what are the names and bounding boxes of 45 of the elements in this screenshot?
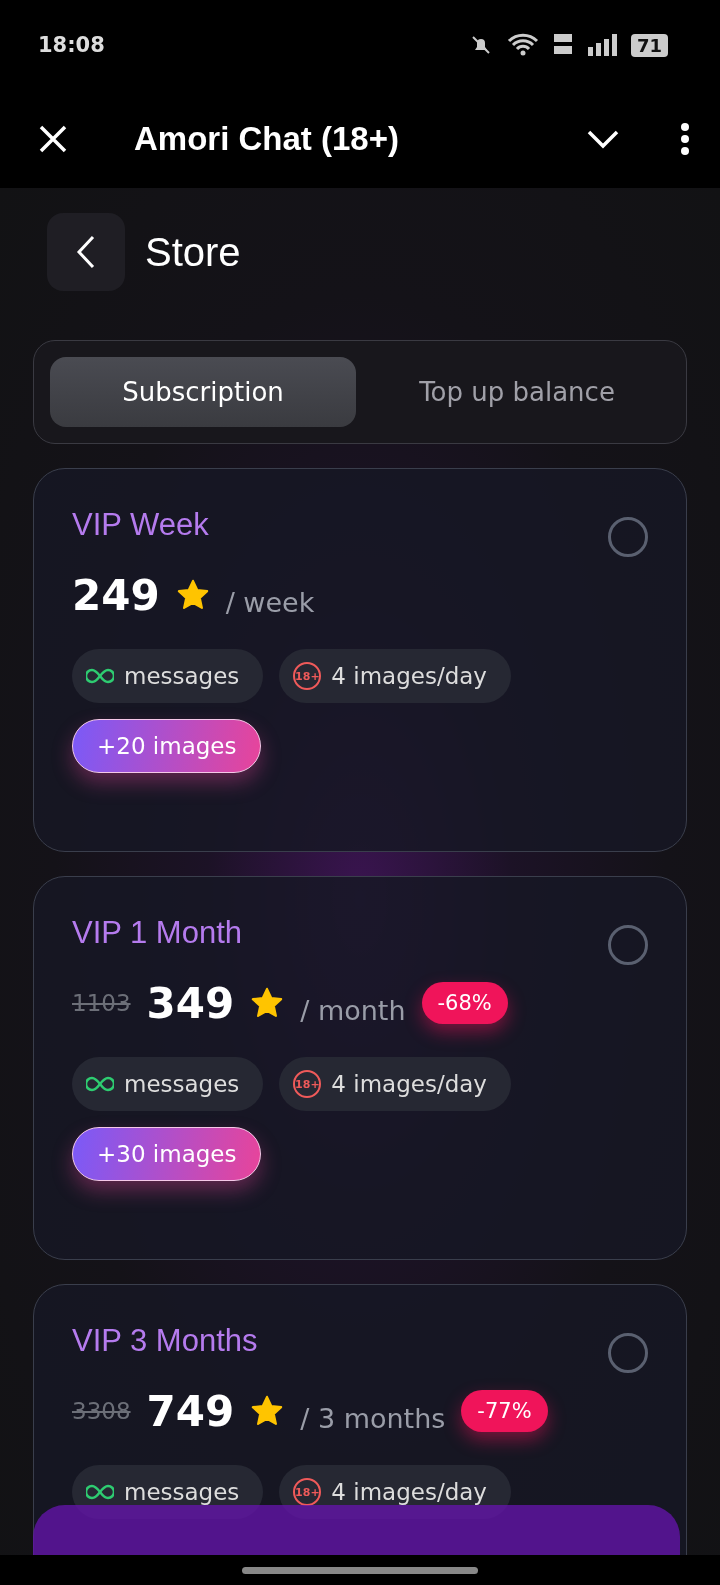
infinity-icon	[86, 1484, 114, 1500]
plan-name: VIP Week	[72, 507, 209, 543]
age-limit-icon: 18+	[293, 662, 322, 690]
status-time: 18:08	[38, 33, 105, 57]
price-period: / 3 months	[300, 1402, 446, 1434]
chevron-down-icon[interactable]	[586, 129, 620, 149]
age-limit-icon: 18+	[293, 1070, 322, 1098]
plan-card[interactable]: VIP Week 249 / week messages 18+ 4 images/day +20 images	[33, 468, 687, 852]
infinity-icon	[86, 668, 114, 684]
discount-badge: -68%	[421, 982, 508, 1024]
tab[interactable]: Subscription	[50, 357, 356, 427]
battery-level: 71	[630, 33, 668, 57]
star-icon	[175, 578, 210, 612]
star-icon	[250, 986, 285, 1020]
discount-badge: -77%	[461, 1390, 548, 1432]
plan-card[interactable]: VIP 1 Month 1103 349 / month -68% messages 18+ 4 images/day +30 images	[33, 876, 687, 1260]
price: 349	[146, 978, 235, 1028]
wifi-icon	[506, 33, 539, 57]
radio-button[interactable]	[608, 925, 648, 965]
old-price: 1103	[72, 990, 131, 1016]
feature-chip: messages	[72, 649, 264, 703]
old-price: 3308	[72, 1398, 131, 1424]
radio-button[interactable]	[608, 517, 648, 557]
price-period: / week	[225, 586, 315, 618]
feature-chip: 18+ 4 images/day	[279, 649, 511, 703]
page-title: Store	[145, 229, 241, 275]
feature-chip: 18+ 4 images/day	[279, 1057, 511, 1111]
radio-button[interactable]	[608, 1333, 648, 1373]
tab[interactable]: Top up balance	[364, 357, 670, 427]
signal-icon	[586, 33, 617, 57]
bonus-badge: +30 images	[72, 1127, 262, 1181]
close-icon[interactable]	[38, 124, 68, 154]
price: 749	[146, 1386, 235, 1436]
plan-name: VIP 3 Months	[72, 1323, 258, 1359]
infinity-icon	[86, 1076, 114, 1092]
back-button[interactable]	[47, 213, 125, 291]
more-icon[interactable]	[680, 122, 690, 156]
bonus-badge: +20 images	[72, 719, 262, 773]
back-icon	[76, 235, 96, 269]
plan-name: VIP 1 Month	[72, 915, 243, 951]
price: 249	[72, 570, 160, 620]
star-icon	[250, 1394, 285, 1428]
price-period: / month	[300, 994, 406, 1026]
feature-chip: messages	[72, 1057, 264, 1111]
app-title: Amori Chat (18+)	[134, 120, 400, 158]
